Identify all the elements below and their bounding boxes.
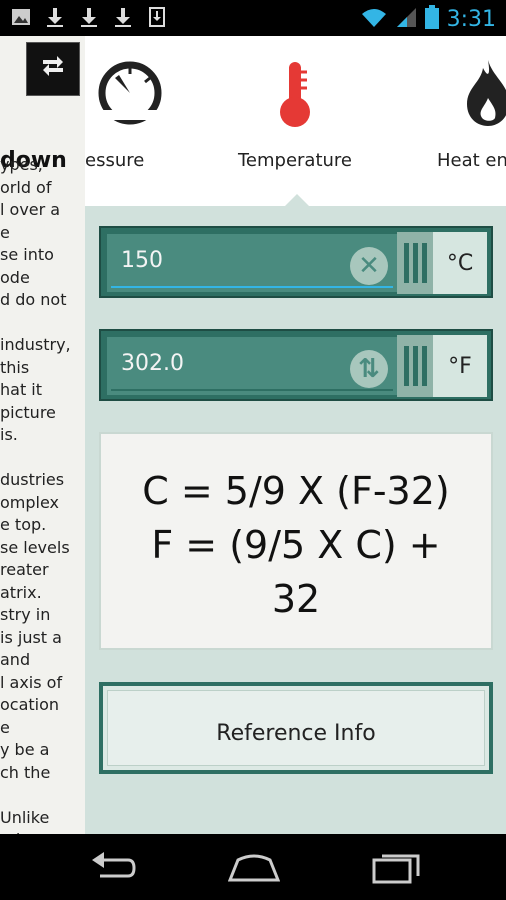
tab-temperature[interactable]: Temperature (235, 36, 355, 202)
tab-label: Temperature (237, 150, 353, 171)
battery-icon (424, 5, 439, 33)
status-bar: 3:31 (0, 0, 506, 36)
tab-label: Heat en (437, 150, 506, 171)
input-underline (111, 286, 393, 288)
fahrenheit-input[interactable]: 302.0 (121, 351, 184, 376)
status-indicators: 3:31 (361, 5, 496, 33)
recent-apps-icon[interactable] (370, 850, 420, 884)
gauge-icon (95, 58, 165, 132)
input-underline (111, 389, 393, 391)
converter-content: 150 ✕ °C 302.0 ⇅ °F C = 5/9 X (F-32) F =… (85, 206, 506, 834)
celsius-unit-selector[interactable]: °C (397, 232, 487, 294)
formula-card: C = 5/9 X (F-32) F = (9/5 X C) + 32 (99, 432, 493, 650)
grip-icon (397, 232, 433, 294)
download-icon (78, 6, 100, 28)
tab-heat-energy[interactable]: Heat en (425, 36, 506, 202)
celsius-input-box[interactable]: 150 ✕ (107, 234, 397, 292)
celsius-unit[interactable]: °C (433, 232, 487, 294)
download-icon (112, 6, 134, 28)
celsius-input[interactable]: 150 (121, 248, 163, 273)
reference-info-button[interactable]: Reference Info (99, 682, 493, 774)
fahrenheit-unit-selector[interactable]: °F (397, 335, 487, 397)
fahrenheit-input-box[interactable]: 302.0 ⇅ (107, 337, 397, 395)
image-icon (10, 6, 32, 28)
signal-icon (395, 6, 417, 32)
notification-icons (10, 6, 168, 28)
thermometer-icon (275, 60, 315, 134)
home-icon[interactable] (227, 850, 281, 884)
flame-icon (463, 58, 506, 132)
tab-indicator (285, 194, 309, 206)
wifi-icon (361, 6, 387, 32)
download-box-icon (146, 6, 168, 28)
download-icon (44, 6, 66, 28)
reference-info-label: Reference Info (216, 721, 376, 746)
tab-pressure[interactable]: essure (45, 36, 165, 202)
grip-icon (397, 335, 433, 397)
fahrenheit-unit[interactable]: °F (433, 335, 487, 397)
swap-arrows-icon[interactable]: ⇅ (350, 350, 388, 388)
back-icon[interactable] (88, 850, 138, 884)
category-tabs: essure Temperature Heat en (85, 36, 506, 206)
tab-label: essure (85, 150, 145, 171)
celsius-field: 150 ✕ °C (99, 226, 493, 298)
converter-panel: essure Temperature Heat en 150 ✕ °C 302.… (85, 36, 506, 834)
fahrenheit-field: 302.0 ⇅ °F (99, 329, 493, 401)
clear-icon[interactable]: ✕ (350, 247, 388, 285)
clock: 3:31 (446, 6, 496, 32)
navigation-bar (0, 834, 506, 900)
formula-text: C = 5/9 X (F-32) F = (9/5 X C) + 32 (142, 469, 450, 621)
